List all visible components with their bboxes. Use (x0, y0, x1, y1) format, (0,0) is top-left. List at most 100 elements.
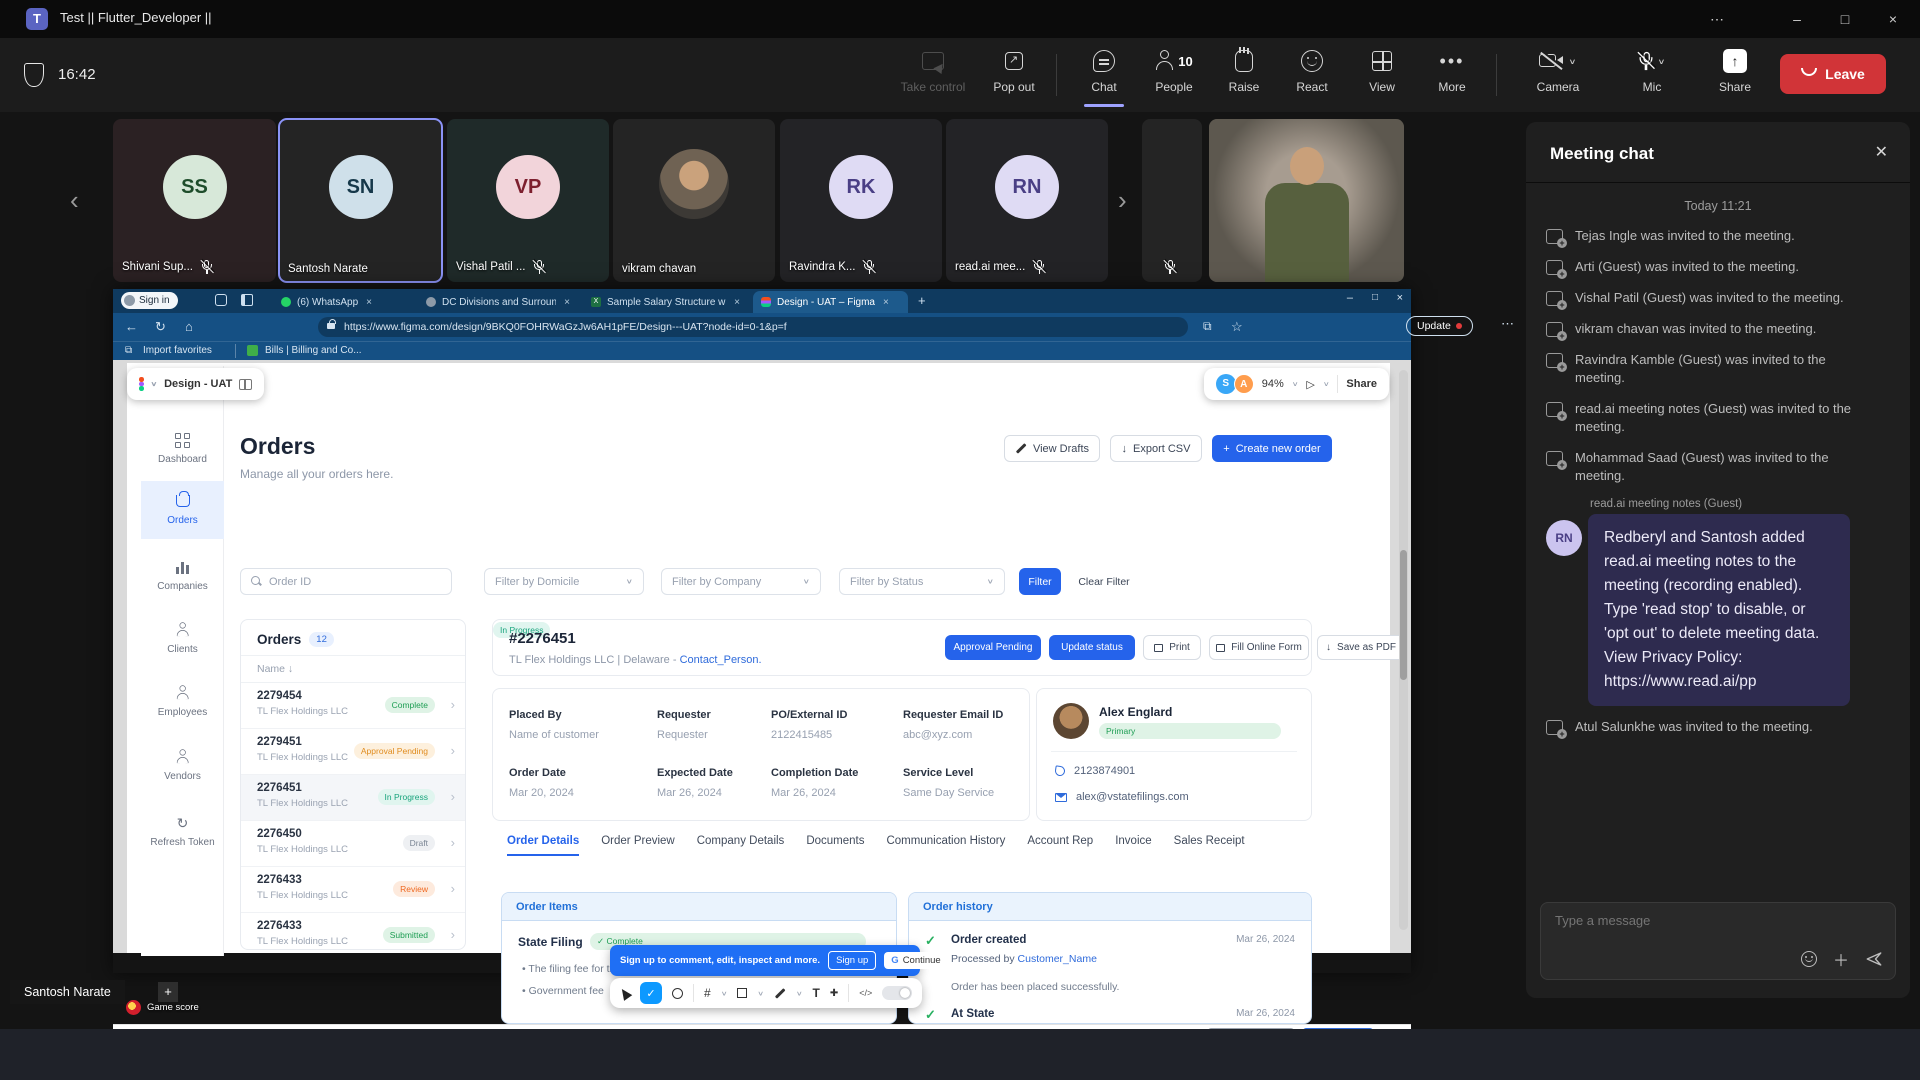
save-as-pdf-button[interactable]: ↓Save as PDF (1317, 635, 1405, 660)
browser-more-icon[interactable]: ⋯ (1501, 316, 1514, 332)
tab-close-icon[interactable]: × (734, 297, 740, 308)
order-row-selected[interactable]: 2276451TL Flex Holdings LLC In Progress› (241, 775, 465, 821)
sidebar-item-orders[interactable]: Orders (141, 492, 224, 526)
dev-mode-icon[interactable]: </> (859, 988, 872, 998)
browser-update-button[interactable]: Update (1406, 316, 1473, 336)
move-tool-icon[interactable] (618, 986, 633, 1001)
tiles-scroll-right-icon[interactable]: › (1118, 185, 1127, 216)
chevron-down-icon[interactable]: ∨ (796, 989, 803, 997)
google-continue-button[interactable]: GContinue (884, 952, 947, 969)
canvas-scrollbar[interactable] (1399, 370, 1408, 930)
contact-person-link[interactable]: Contact_Person. (680, 654, 762, 666)
name-column-header[interactable]: Name ↓ (241, 656, 465, 683)
chevron-down-icon[interactable]: ∨ (1323, 380, 1330, 388)
figma-doc-pill[interactable]: ∨ Design - UAT (127, 368, 264, 400)
import-favorites-icon[interactable]: ⧉ (125, 345, 132, 356)
filter-company-dropdown[interactable]: Filter by Company∨ (661, 568, 821, 595)
share-button[interactable]: ↑ Share (1700, 46, 1770, 94)
tab-figma-active[interactable]: Design - UAT – Figma× (753, 291, 908, 313)
tab-dc-divisions[interactable]: DC Divisions and Surroundings× (418, 291, 578, 313)
figma-share-button[interactable]: Share (1346, 378, 1377, 390)
browser-minimize-icon[interactable]: – (1347, 292, 1353, 304)
update-status-button[interactable]: Update status (1049, 635, 1135, 660)
collaborator-avatar-a[interactable]: A (1234, 374, 1254, 394)
sidebar-item-companies[interactable]: Companies (141, 558, 224, 592)
tab-documents[interactable]: Documents (806, 835, 864, 856)
zoom-level[interactable]: 94% (1262, 378, 1284, 390)
tab-salary-sheet[interactable]: XSample Salary Structure with calc× (583, 291, 748, 313)
chat-close-icon[interactable]: ✕ (1875, 142, 1888, 162)
close-button[interactable]: × (1870, 0, 1916, 38)
scrollbar-thumb[interactable] (1400, 550, 1407, 680)
signup-button[interactable]: Sign up (828, 951, 876, 970)
video-tile-shivani[interactable]: SS Shivani Sup... (113, 119, 276, 282)
tab-close-icon[interactable]: × (883, 297, 889, 308)
minimize-button[interactable]: – (1774, 0, 1820, 38)
tab-close-icon[interactable]: × (564, 297, 570, 308)
comment-tool-icon[interactable] (672, 988, 683, 999)
export-csv-button[interactable]: ↓Export CSV (1110, 435, 1202, 462)
order-row[interactable]: 2276450TL Flex Holdings LLC Draft› (241, 821, 465, 867)
bills-bookmark-label[interactable]: Bills | Billing and Co... (265, 345, 362, 356)
tab-communication-history[interactable]: Communication History (886, 835, 1005, 856)
filter-domicile-dropdown[interactable]: Filter by Domicile∨ (484, 568, 644, 595)
dev-mode-toggle[interactable] (882, 986, 912, 1000)
more-button[interactable]: ••• More (1410, 46, 1494, 94)
sidebar-item-clients[interactable]: Clients (141, 621, 224, 655)
contact-phone[interactable]: 2123874901 (1074, 765, 1135, 777)
order-row[interactable]: 2276433TL Flex Holdings LLC Review› (241, 867, 465, 913)
tab-actions-icon[interactable] (241, 294, 253, 306)
tab-company-details[interactable]: Company Details (697, 835, 785, 856)
browser-signin-pill[interactable]: Sign in (121, 292, 178, 309)
attach-plus-icon[interactable]: ＋ (1833, 947, 1849, 971)
import-favorites-label[interactable]: Import favorites (143, 345, 212, 356)
sidebar-item-employees[interactable]: Employees (141, 684, 224, 718)
send-icon[interactable] (1865, 950, 1883, 968)
tiles-scroll-left-icon[interactable]: ‹ (70, 185, 79, 216)
frame-tool-icon[interactable]: # (704, 986, 711, 1000)
sidebar-item-dashboard[interactable]: Dashboard (141, 431, 224, 465)
pen-tool-icon[interactable] (775, 988, 785, 998)
prototype-play-icon[interactable]: ▷ (1306, 378, 1314, 391)
tab-account-rep[interactable]: Account Rep (1027, 835, 1093, 856)
tab-order-details[interactable]: Order Details (507, 835, 579, 856)
sidebar-item-refresh-token[interactable]: ↻ Refresh Token (141, 814, 224, 848)
shape-tool-icon[interactable] (737, 988, 747, 998)
tab-order-preview[interactable]: Order Preview (601, 835, 675, 856)
emoji-icon[interactable] (1801, 951, 1817, 967)
tab-invoice[interactable]: Invoice (1115, 835, 1151, 856)
video-tile-partial[interactable] (1142, 119, 1202, 282)
filter-button[interactable]: Filter (1019, 568, 1061, 595)
resources-tool-icon[interactable]: ✚ (830, 988, 838, 999)
favorites-star-icon[interactable]: ☆ (1231, 319, 1243, 335)
layout-panel-icon[interactable] (239, 379, 252, 390)
chevron-down-icon[interactable]: ∨ (757, 989, 764, 997)
fill-online-form-button[interactable]: Fill Online Form (1209, 635, 1309, 660)
camera-button[interactable]: ∨ Camera (1510, 46, 1606, 94)
titlebar-more-icon[interactable]: ⋯ (1694, 0, 1740, 38)
contact-email[interactable]: alex@vstatefilings.com (1076, 791, 1189, 803)
pop-out-button[interactable]: Pop out (972, 46, 1056, 94)
chevron-down-icon[interactable]: ∨ (1292, 380, 1299, 388)
split-screen-icon[interactable]: ⧉ (1203, 319, 1212, 334)
print-button[interactable]: Print (1143, 635, 1201, 660)
order-row[interactable]: 2279451TL Flex Holdings LLC Approval Pen… (241, 729, 465, 775)
camera-chevron-icon[interactable]: ∨ (1568, 56, 1576, 65)
tab-close-icon[interactable]: × (366, 297, 372, 308)
view-drafts-button[interactable]: View Drafts (1004, 435, 1100, 462)
customer-name-link[interactable]: Customer_Name (1018, 953, 1097, 965)
leave-button[interactable]: Leave (1780, 54, 1886, 94)
mic-chevron-icon[interactable]: ∨ (1657, 56, 1665, 65)
chat-message-list[interactable]: Today 11:21 Tejas Ingle was invited to t… (1526, 183, 1910, 888)
chevron-down-icon[interactable]: ∨ (721, 989, 728, 997)
presenter-pin-button[interactable]: + (158, 982, 178, 1002)
video-tile-readai[interactable]: RN read.ai mee... (946, 119, 1108, 282)
chevron-down-icon[interactable]: ∨ (151, 380, 158, 388)
tab-sales-receipt[interactable]: Sales Receipt (1174, 835, 1245, 856)
new-tab-icon[interactable]: + (918, 293, 926, 308)
order-id-search-input[interactable]: Order ID (240, 568, 452, 595)
video-tile-spotlight[interactable] (1209, 119, 1404, 282)
clear-filter-button[interactable]: Clear Filter (1071, 568, 1137, 595)
filter-status-dropdown[interactable]: Filter by Status∨ (839, 568, 1005, 595)
message-input[interactable] (1555, 913, 1875, 928)
